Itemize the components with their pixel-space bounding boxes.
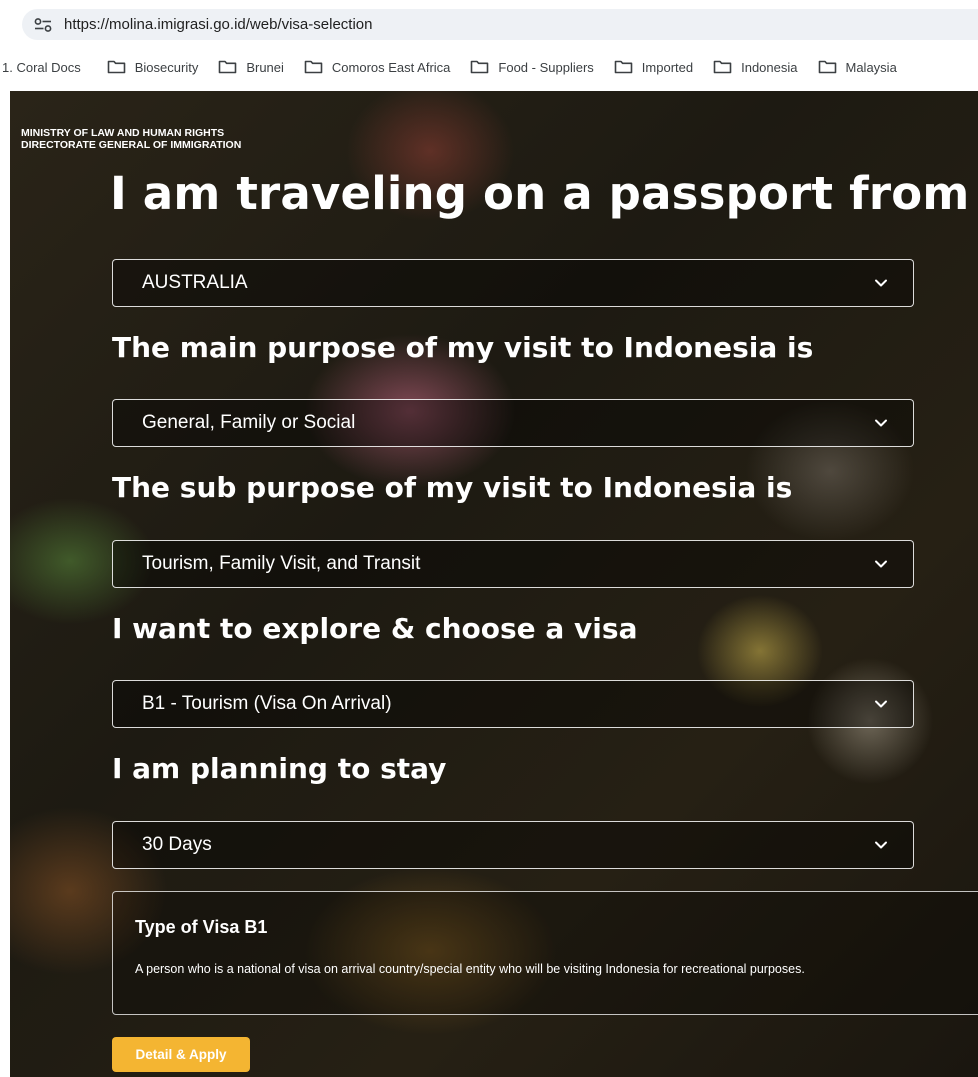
ministry-line-1: MINISTRY OF LAW AND HUMAN RIGHTS [21,127,225,139]
folder-icon [218,60,237,74]
chevron-down-icon [874,559,888,569]
visa-type-value: B1 - Tourism (Visa On Arrival) [142,693,392,714]
url-text[interactable]: https://molina.imigrasi.go.id/web/visa-s… [64,16,372,33]
sub-purpose-value: Tourism, Family Visit, and Transit [142,553,421,574]
folder-icon [614,60,633,74]
passport-country-select[interactable]: AUSTRALIA [112,259,914,307]
bookmark-label: Comoros East Africa [331,59,451,75]
bookmark-label: Biosecurity [134,59,199,75]
ministry-line-2: DIRECTORATE GENERAL OF IMMIGRATION [21,139,242,151]
stay-duration-value: 30 Days [142,834,212,855]
bookmark-label: Indonesia [741,59,798,75]
tune-icon[interactable] [28,10,58,40]
bookmark-folder-comoros[interactable]: Comoros East Africa [304,59,451,75]
stay-duration-select[interactable]: 30 Days [112,821,914,869]
chevron-down-icon [874,840,888,850]
visa-info-title: Type of Visa B1 [135,917,268,937]
sub-purpose-select[interactable]: Tourism, Family Visit, and Transit [112,540,914,588]
bookmark-folder-brunei[interactable]: Brunei [218,60,284,75]
bookmark-coral-docs[interactable]: 1. Coral Docs [2,60,81,75]
chevron-down-icon [874,278,888,288]
folder-icon [713,60,732,74]
bookmark-folder-biosecurity[interactable]: Biosecurity [107,59,199,75]
sub-purpose-heading: The sub purpose of my visit to Indonesia… [112,471,793,504]
visa-info-description: A person who is a national of visa on ar… [135,962,805,976]
bookmark-label: Malaysia [845,59,897,75]
bookmark-label: Brunei [246,59,284,75]
folder-icon [107,60,126,74]
address-bar: https://molina.imigrasi.go.id/web/visa-s… [0,0,978,48]
chevron-down-icon [874,418,888,428]
visa-type-select[interactable]: B1 - Tourism (Visa On Arrival) [112,680,914,728]
main-purpose-heading: The main purpose of my visit to Indonesi… [112,331,814,364]
bookmark-label: Imported [641,59,694,75]
stay-duration-heading: I am planning to stay [112,752,447,785]
chevron-down-icon [874,699,888,709]
main-purpose-select[interactable]: General, Family or Social [112,399,914,447]
folder-icon [818,60,837,74]
bookmark-folder-food-suppliers[interactable]: Food - Suppliers [470,59,594,75]
folder-icon [304,60,323,74]
detail-apply-button[interactable]: Detail & Apply [112,1037,250,1072]
bookmark-label: 1. Coral Docs [2,59,81,75]
visa-info-card: Type of Visa B1 A person who is a nation… [112,891,978,1015]
passport-country-value: AUSTRALIA [142,272,248,293]
bookmarks-bar: 1. Coral Docs Biosecurity Brunei Comoros… [0,48,978,86]
bookmark-folder-imported[interactable]: Imported [614,60,693,75]
bookmark-folder-malaysia[interactable]: Malaysia [818,60,897,75]
url-field[interactable]: https://molina.imigrasi.go.id/web/visa-s… [22,9,978,40]
main-purpose-value: General, Family or Social [142,412,356,433]
visa-selection-page: MINISTRY OF LAW AND HUMAN RIGHTS DIRECTO… [10,91,978,1077]
folder-icon [470,60,489,74]
passport-heading: I am traveling on a passport from [110,167,970,220]
bookmark-label: Food - Suppliers [498,59,594,75]
ministry-logo-text: MINISTRY OF LAW AND HUMAN RIGHTS DIRECTO… [21,127,241,151]
bookmark-folder-indonesia[interactable]: Indonesia [713,59,798,75]
choose-visa-heading: I want to explore & choose a visa [112,612,638,645]
